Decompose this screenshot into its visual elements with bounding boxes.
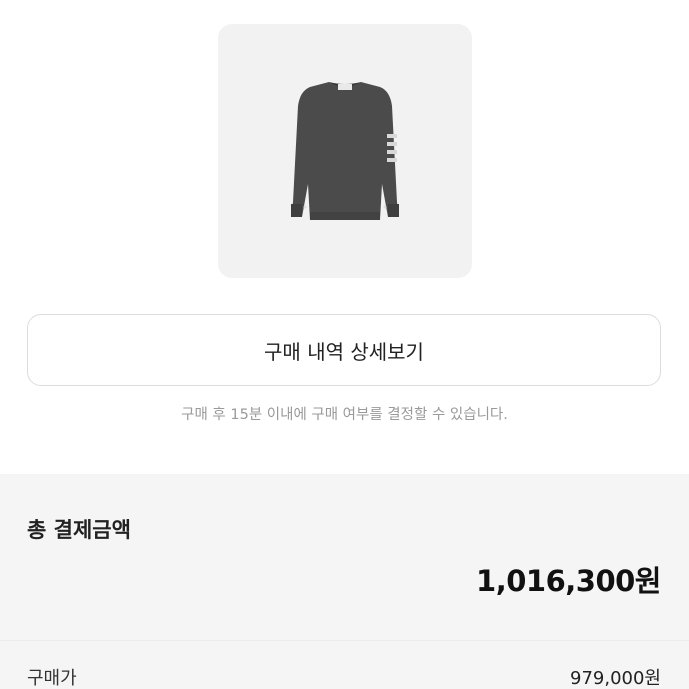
product-sweater-image: [291, 82, 399, 220]
decision-notice-text: 구매 후 15분 이내에 구매 여부를 결정할 수 있습니다.: [181, 407, 508, 423]
purchase-summary-page: 구매 내역 상세보기 구매 후 15분 이내에 구매 여부를 결정할 수 있습니…: [0, 0, 689, 689]
sweater-body: [291, 82, 399, 220]
hem-button-left: [303, 205, 307, 209]
left-cuff: [291, 204, 302, 217]
purchase-detail-button[interactable]: 구매 내역 상세보기: [27, 314, 661, 386]
sweater-label: [338, 84, 352, 90]
total-payment-value: 1,016,300원: [476, 564, 661, 598]
product-image-card[interactable]: [218, 24, 472, 278]
purchase-price-value: 979,000원: [570, 668, 661, 689]
payment-summary-section: 총 결제금액 1,016,300원 구매가 979,000원: [0, 474, 689, 689]
right-cuff: [388, 204, 399, 217]
hem-button-right: [383, 205, 387, 209]
total-payment-label: 총 결제금액: [27, 518, 131, 542]
sweater-hem: [310, 212, 380, 220]
purchase-price-label: 구매가: [27, 668, 77, 689]
divider: [0, 640, 689, 641]
